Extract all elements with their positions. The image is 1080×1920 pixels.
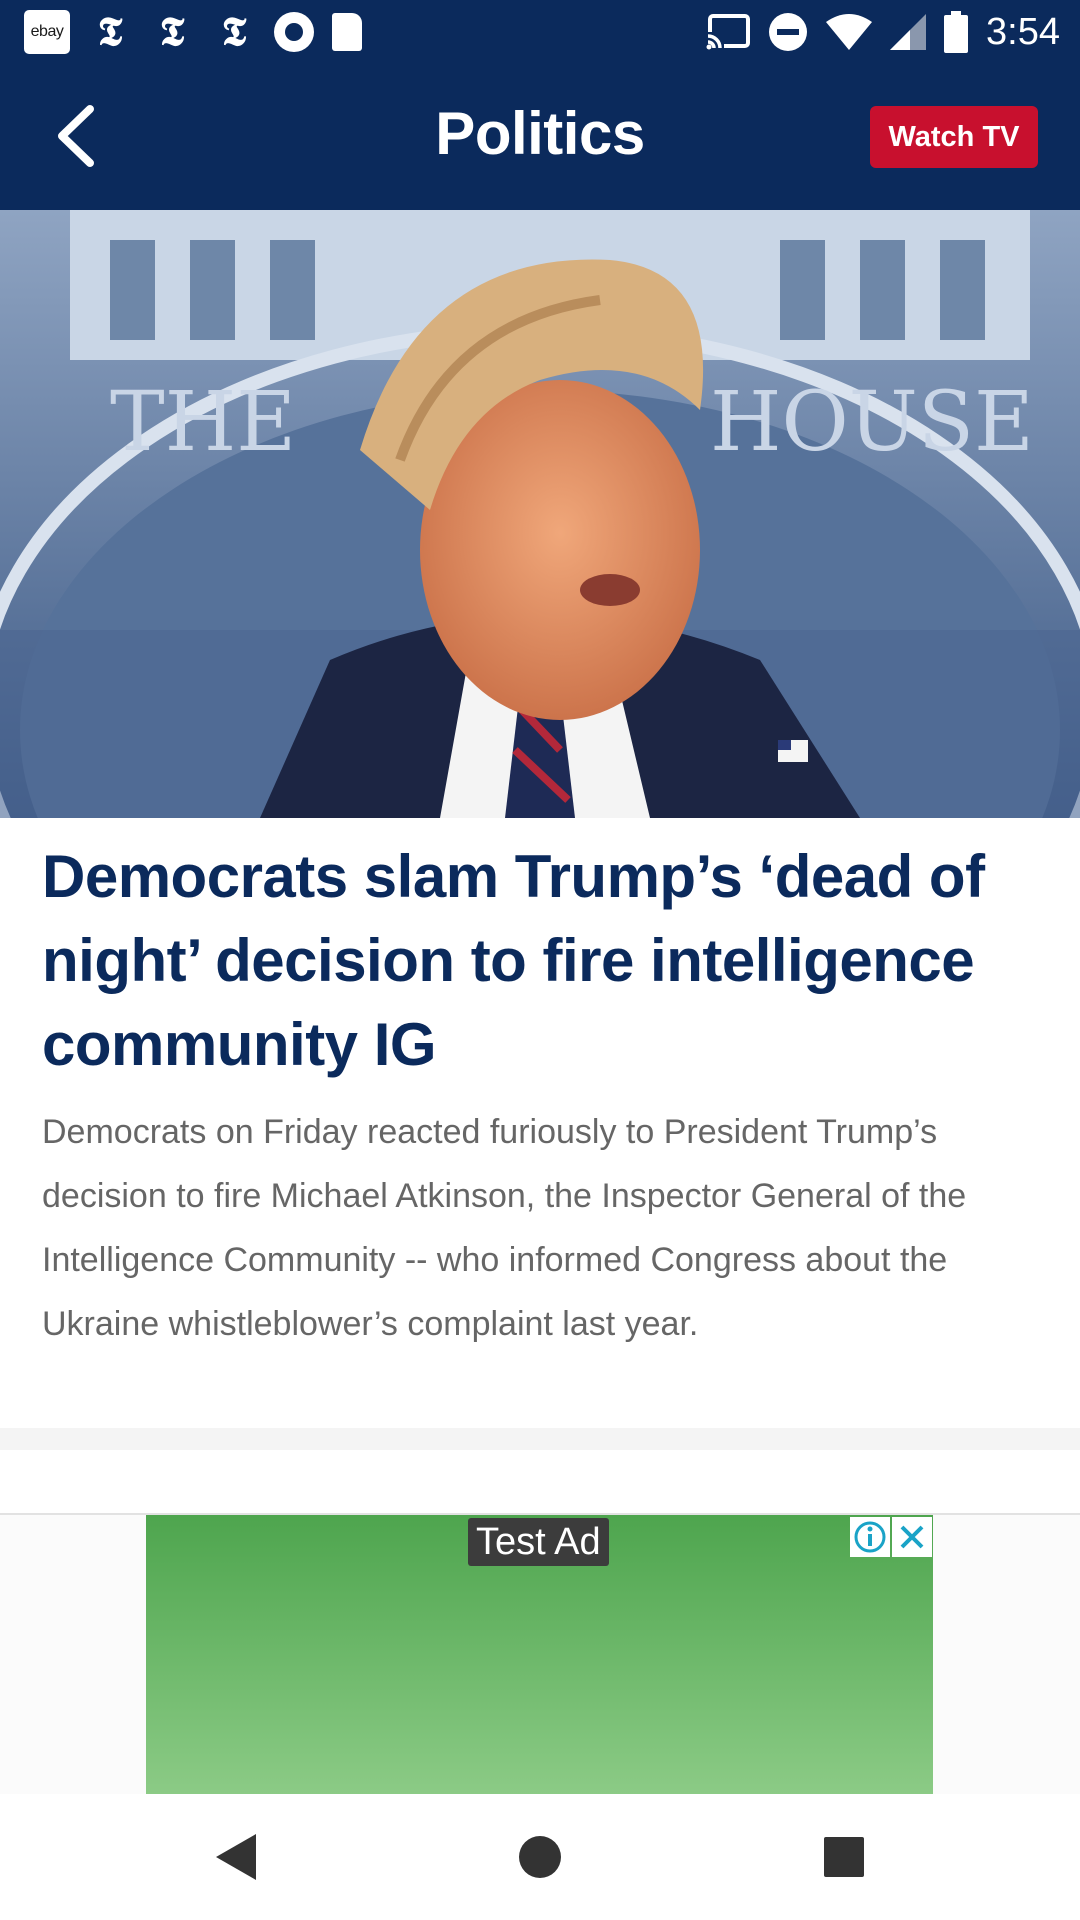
svg-text:THE: THE [110, 375, 296, 470]
system-icons: 3:54 [706, 8, 1060, 56]
svg-text:HOUSE: HOUSE [710, 375, 1034, 470]
nytimes-icon: 𝕿 [221, 8, 247, 55]
article-headline[interactable]: Democrats slam Trump’s ‘dead of night’ d… [42, 835, 1042, 1087]
nytimes-icon: 𝕿 [159, 8, 185, 55]
wifi-icon [826, 14, 873, 50]
article-summary: Democrats on Friday reacted furiously to… [42, 1113, 967, 1343]
status-bar: ebay 𝕿 𝕿 𝕿 3:54 [0, 0, 1080, 63]
ad-info-button[interactable] [850, 1517, 890, 1557]
ad-close-button[interactable] [892, 1517, 932, 1557]
clock: 3:54 [986, 10, 1060, 53]
nav-back-button[interactable] [196, 1824, 276, 1890]
app-bar: Politics Watch TV [0, 63, 1080, 210]
do-not-disturb-icon [769, 13, 808, 51]
battery-icon [944, 11, 969, 53]
nytimes-icon: 𝕿 [97, 8, 123, 55]
signal-icon [890, 14, 927, 50]
notification-icons: ebay 𝕿 𝕿 𝕿 [24, 10, 362, 54]
record-icon [274, 12, 314, 52]
ad-label: Test Ad [468, 1518, 609, 1566]
section-divider [0, 1428, 1080, 1450]
home-circle-icon [519, 1836, 561, 1878]
article-hero-image[interactable]: THE HOUSE [0, 210, 1080, 818]
sd-card-icon [332, 13, 362, 51]
watch-tv-button[interactable]: Watch TV [870, 106, 1038, 168]
ebay-app-icon: ebay [24, 10, 70, 54]
system-nav-bar [0, 1794, 1080, 1920]
back-triangle-icon [216, 1834, 256, 1880]
press-briefing-photo: THE HOUSE [0, 210, 1080, 818]
nav-home-button[interactable] [500, 1824, 580, 1890]
cast-icon [706, 14, 751, 50]
recents-square-icon [824, 1837, 864, 1877]
nav-recents-button[interactable] [804, 1824, 884, 1890]
close-icon [900, 1525, 924, 1549]
info-icon [854, 1521, 886, 1553]
